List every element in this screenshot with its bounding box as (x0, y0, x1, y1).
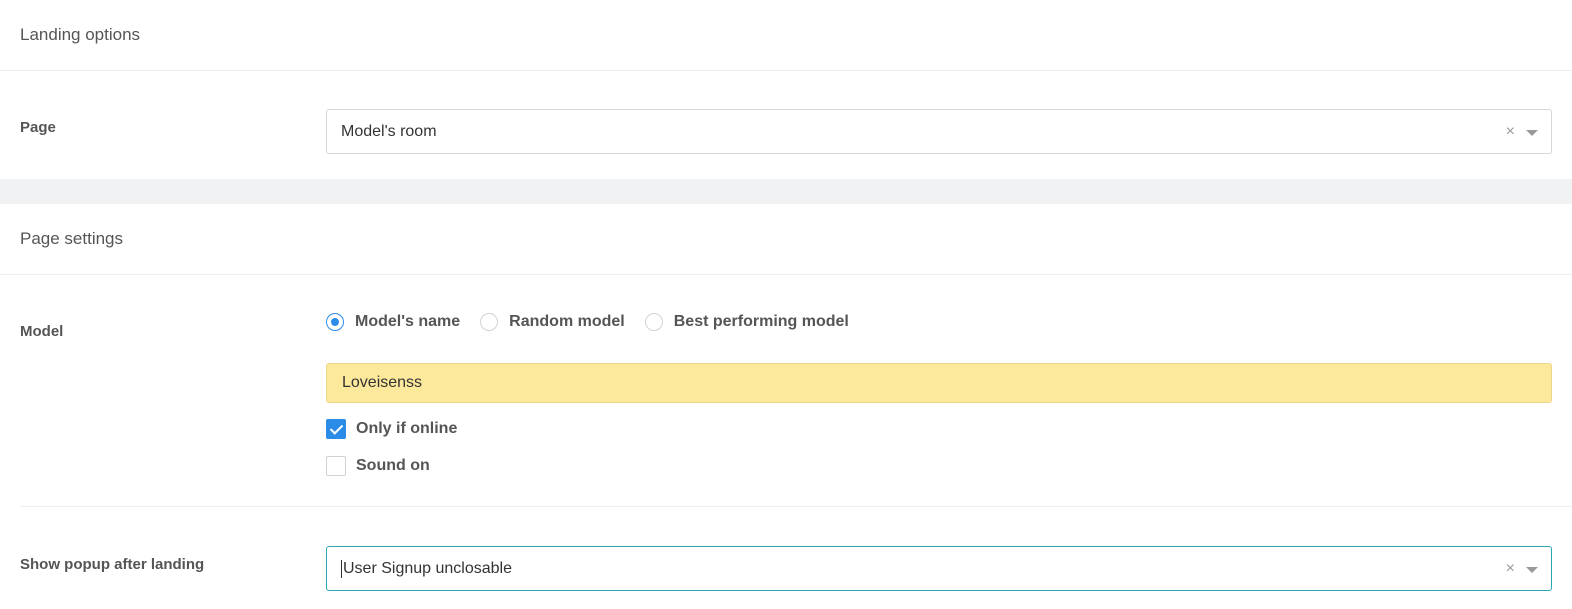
radio-button[interactable] (644, 313, 663, 331)
landing-options-header: Landing options (0, 0, 1572, 71)
popup-select[interactable]: User Signup unclosable × (326, 546, 1552, 591)
model-name-value: Loveisenss (342, 374, 423, 391)
clear-icon[interactable]: × (1506, 123, 1515, 140)
popup-label: Show popup after landing (20, 556, 205, 573)
model-row: Model Model's name Random model Best per… (0, 275, 1572, 601)
page-select[interactable]: Model's room × (326, 109, 1552, 154)
sound-on-label: Sound on (356, 457, 430, 474)
dropdown-arrow-icon[interactable] (1526, 129, 1538, 136)
dropdown-arrow-icon[interactable] (1526, 566, 1538, 573)
text-caret (341, 559, 342, 578)
radio-best-performing-model[interactable]: Best performing model (644, 313, 849, 331)
radio-label: Model's name (355, 313, 461, 330)
row-divider (20, 506, 1572, 507)
only-if-online-label: Only if online (356, 420, 458, 437)
page-select-value: Model's room (341, 122, 437, 140)
page-row: Page Model's room × (0, 71, 1572, 179)
only-if-online-option[interactable]: Only if online (326, 419, 457, 439)
page-settings-header: Page settings (0, 204, 1572, 275)
page-label: Page (20, 119, 56, 136)
radio-models-name[interactable]: Model's name (326, 313, 460, 331)
model-name-input[interactable]: Loveisenss (326, 363, 1552, 403)
radio-button[interactable] (480, 313, 499, 331)
only-if-online-checkbox[interactable] (326, 419, 346, 439)
page-settings-title: Page settings (20, 229, 124, 248)
clear-icon[interactable]: × (1506, 560, 1515, 577)
sound-on-checkbox[interactable] (326, 456, 346, 476)
landing-options-title: Landing options (20, 25, 141, 44)
model-radio-group: Model's name Random model Best performin… (326, 313, 869, 331)
radio-random-model[interactable]: Random model (480, 313, 625, 331)
model-label: Model (20, 323, 64, 340)
popup-select-value: User Signup unclosable (343, 559, 512, 577)
sound-on-option[interactable]: Sound on (326, 456, 430, 476)
radio-button-checked[interactable] (326, 313, 344, 331)
radio-label: Best performing model (673, 313, 849, 330)
section-separator (0, 179, 1572, 204)
radio-label: Random model (509, 313, 625, 330)
